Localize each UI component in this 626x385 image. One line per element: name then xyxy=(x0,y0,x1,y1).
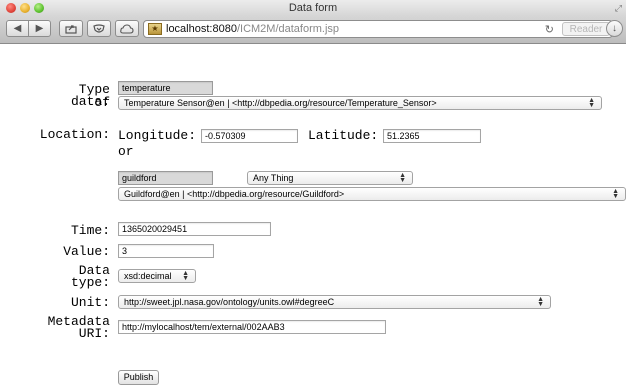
cloud-icon xyxy=(120,23,134,34)
shield-icon xyxy=(93,23,105,33)
data-type-selected: xsd:decimal xyxy=(124,271,172,281)
longitude-label: Longitude: xyxy=(118,128,197,143)
place-type-selected: Any Thing xyxy=(253,173,294,183)
time-label: Time: xyxy=(70,223,110,238)
type-of-data-selected: Temperature Sensor@en | <http://dbpedia.… xyxy=(124,98,437,108)
fullscreen-icon[interactable]: ⤢ xyxy=(615,3,622,14)
type-of-data-select[interactable]: Temperature Sensor@en | <http://dbpedia.… xyxy=(118,96,602,110)
reload-icon[interactable]: ↻ xyxy=(545,23,554,36)
unit-selected: http://sweet.jpl.nasa.gov/ontology/units… xyxy=(124,297,335,307)
browser-toolbar: ◀ ▶ ★ localhost:8080/ICM2M/dataform.jsp … xyxy=(0,16,626,44)
data-type-select[interactable]: xsd:decimal ▲ ▼ xyxy=(118,269,196,283)
latitude-label: Latitude: xyxy=(308,128,379,143)
type-of-data-input[interactable]: temperature xyxy=(118,81,213,95)
type-of-data-label-line2: data: xyxy=(70,94,110,109)
metadata-uri-input[interactable]: http://mylocalhost/tem/external/002AAB3 xyxy=(118,320,386,334)
select-arrows-icon: ▲ ▼ xyxy=(537,296,544,308)
address-bar[interactable]: ★ localhost:8080/ICM2M/dataform.jsp ↻ Re… xyxy=(143,20,613,38)
location-label: Location: xyxy=(39,127,110,142)
forward-arrow-icon: ▶ xyxy=(35,23,44,34)
place-name-input[interactable]: guildford xyxy=(118,171,213,185)
download-arrow-icon: ↓ xyxy=(612,23,617,34)
url-path: /ICM2M/dataform.jsp xyxy=(236,23,340,35)
value-input[interactable]: 3 xyxy=(118,244,214,258)
time-input[interactable]: 1365020029451 xyxy=(118,222,271,236)
value-label: Value: xyxy=(63,244,110,259)
window-titlebar: Data form ⤢ xyxy=(0,0,626,16)
place-resource-select[interactable]: Guildford@en | <http://dbpedia.org/resou… xyxy=(118,187,626,201)
reader-button[interactable]: Reader xyxy=(562,22,610,36)
window-title: Data form xyxy=(288,2,338,14)
unit-label: Unit: xyxy=(70,295,110,310)
downloads-button[interactable]: ↓ xyxy=(606,20,623,37)
select-arrows-icon: ▲ ▼ xyxy=(399,172,406,184)
place-type-select[interactable]: Any Thing ▲ ▼ xyxy=(247,171,413,185)
metadata-uri-label-line2: URI: xyxy=(78,326,110,341)
or-label: or xyxy=(118,144,134,159)
icloud-tabs-button[interactable] xyxy=(115,20,139,37)
select-arrows-icon: ▲ ▼ xyxy=(182,270,189,282)
data-type-label-line2: type: xyxy=(70,275,110,290)
site-favicon-icon: ★ xyxy=(148,23,162,35)
select-arrows-icon: ▲ ▼ xyxy=(612,188,619,200)
share-button[interactable] xyxy=(59,20,83,37)
latitude-input[interactable]: 51.2365 xyxy=(383,129,481,143)
reading-list-button[interactable] xyxy=(87,20,111,37)
back-button[interactable]: ◀ xyxy=(6,20,29,37)
place-resource-selected: Guildford@en | <http://dbpedia.org/resou… xyxy=(124,189,345,199)
forward-button[interactable]: ▶ xyxy=(28,20,51,37)
longitude-input[interactable]: -0.570309 xyxy=(201,129,298,143)
unit-select[interactable]: http://sweet.jpl.nasa.gov/ontology/units… xyxy=(118,295,551,309)
share-icon xyxy=(65,24,77,34)
back-arrow-icon: ◀ xyxy=(13,23,22,34)
url-text[interactable]: localhost:8080/ICM2M/dataform.jsp xyxy=(166,23,339,35)
url-host: localhost:8080 xyxy=(166,23,237,35)
publish-button[interactable]: Publish xyxy=(118,370,159,385)
select-arrows-icon: ▲ ▼ xyxy=(588,97,595,109)
